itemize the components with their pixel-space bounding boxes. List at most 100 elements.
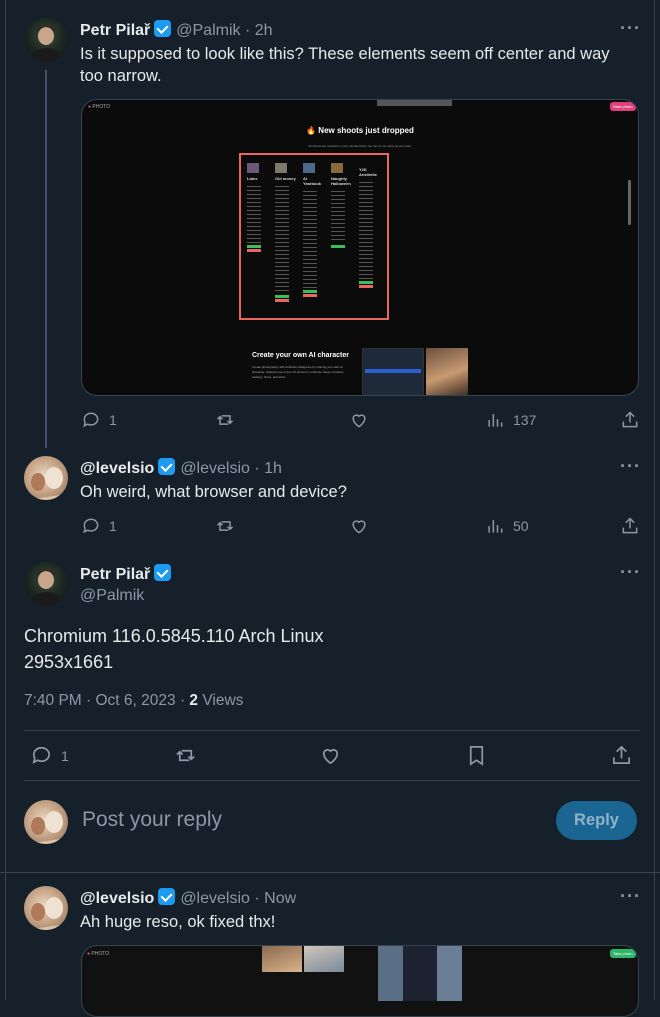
reply-icon: [83, 412, 99, 428]
handle[interactable]: @levelsio: [180, 890, 250, 907]
reply-input[interactable]: Post your reply: [82, 808, 222, 832]
timestamp[interactable]: 2h: [255, 22, 273, 39]
share-button[interactable]: [620, 410, 640, 430]
verified-badge-icon: [158, 458, 176, 475]
main-tweet-meta: 7:40 PM · Oct 6, 2023 · 2 Views: [24, 692, 243, 710]
share-button[interactable]: [620, 516, 640, 536]
heart-icon: [352, 520, 366, 534]
tweet-header: @levelsio @levelsio · Now: [80, 888, 296, 908]
thread-line: [45, 70, 47, 448]
share-icon: [622, 517, 638, 534]
reply-button[interactable]: 1: [81, 410, 117, 430]
separator: ·: [249, 460, 265, 477]
timestamp[interactable]: Now: [264, 890, 296, 907]
media-top-button: Start photo: [610, 102, 636, 111]
divider: [0, 872, 660, 873]
display-name[interactable]: @levelsio: [80, 890, 154, 907]
media-thumb: [262, 946, 302, 972]
media-subheading: All shoots are included in your membersh…: [308, 144, 412, 148]
views-count: 50: [513, 518, 529, 534]
verified-badge-icon: [158, 888, 176, 905]
avatar[interactable]: [24, 18, 68, 62]
verified-badge-icon: [154, 20, 172, 37]
reply-button[interactable]: 1: [81, 516, 117, 536]
bookmark-button[interactable]: [465, 744, 488, 767]
right-border: [654, 0, 655, 1000]
tweet-header: @levelsio @levelsio · 1h: [80, 458, 282, 478]
like-button[interactable]: [319, 744, 342, 767]
reply-submit-button[interactable]: Reply: [556, 801, 637, 840]
tweet-text: Ah huge reso, ok fixed thx!: [80, 913, 276, 931]
media-thumb: [304, 946, 344, 972]
views-button[interactable]: 50: [485, 516, 529, 536]
avatar-image: [24, 467, 68, 500]
media-thumb: [378, 946, 462, 1001]
reply-icon: [32, 746, 51, 764]
views-button[interactable]: 137: [485, 410, 536, 430]
handle[interactable]: @Palmik: [80, 587, 176, 605]
avatar-image: [30, 570, 62, 606]
like-button[interactable]: [349, 516, 369, 536]
main-tweet-header: Petr Pilař @Palmik: [80, 564, 176, 605]
tweet-media[interactable]: ● PHOTO Start photo 🔥 New shoots just dr…: [81, 99, 639, 396]
handle[interactable]: @Palmik: [176, 22, 240, 39]
tweet-header: Petr Pilař @Palmik · 2h: [80, 20, 273, 40]
more-options-icon[interactable]: ···: [620, 18, 641, 39]
repost-button[interactable]: [215, 516, 235, 536]
display-name[interactable]: Petr Pilař: [80, 22, 150, 39]
avatar[interactable]: [24, 886, 68, 930]
reply-icon: [83, 518, 99, 534]
media-column: AI Yearbook: [303, 163, 325, 310]
media-portrait: [426, 348, 468, 395]
repost-icon: [216, 521, 234, 531]
share-button[interactable]: [610, 744, 633, 767]
heart-icon: [352, 414, 366, 428]
verified-badge-icon: [154, 564, 172, 581]
display-name[interactable]: @levelsio: [80, 460, 154, 477]
avatar[interactable]: [24, 456, 68, 500]
main-tweet-text-line: Chromium 116.0.5845.110 Arch Linux: [24, 626, 324, 646]
reply-button[interactable]: 1: [30, 744, 69, 767]
tweet-text-line: too narrow.: [80, 67, 162, 85]
media-scrollbar: [628, 180, 631, 225]
more-options-icon[interactable]: ···: [620, 456, 641, 477]
reply-count: 1: [109, 518, 117, 534]
more-options-icon[interactable]: ···: [620, 886, 641, 907]
bookmark-icon: [469, 746, 484, 766]
media-column: Naughty Halloween: [331, 163, 353, 310]
media-heading: 🔥 New shoots just dropped: [306, 126, 414, 135]
media-section-title: Create your own AI character: [252, 352, 349, 359]
media-brand: ● PHOTO: [88, 104, 111, 110]
heart-icon: [322, 749, 339, 765]
timestamp[interactable]: 1h: [264, 460, 282, 477]
left-border: [5, 0, 6, 1000]
avatar-image: [24, 897, 68, 930]
divider: [24, 730, 640, 731]
media-column: Y2K Aesthetic: [359, 163, 381, 310]
analytics-icon: [488, 414, 503, 427]
repost-icon: [216, 415, 234, 425]
tweet-text-line: Is it supposed to look like this? These …: [80, 45, 610, 63]
like-button[interactable]: [349, 410, 369, 430]
media-column: Latex: [247, 163, 269, 310]
repost-button[interactable]: [174, 744, 197, 767]
views-count: 137: [513, 412, 537, 428]
handle[interactable]: @levelsio: [180, 460, 250, 477]
more-options-icon[interactable]: ···: [620, 562, 641, 583]
main-tweet-text-line: 2953x1661: [24, 652, 114, 672]
display-name[interactable]: Petr Pilař: [80, 566, 150, 583]
media-columns-box: Latex Old money AI Yearbook Naughty Hall…: [239, 153, 389, 320]
views-label: Views: [198, 692, 244, 709]
tweet-media[interactable]: ● PHOTO Take photo: [81, 945, 639, 1017]
avatar[interactable]: [24, 562, 68, 606]
post-timestamp[interactable]: 7:40 PM · Oct 6, 2023 ·: [24, 692, 189, 709]
analytics-icon: [488, 520, 503, 533]
avatar-image: [24, 811, 68, 844]
separator: ·: [240, 22, 255, 39]
media-button: Take photo: [610, 949, 636, 958]
tweet-text: Oh weird, what browser and device?: [80, 483, 347, 501]
avatar: [24, 800, 68, 844]
divider: [24, 780, 640, 781]
repost-button[interactable]: [215, 410, 235, 430]
repost-icon: [176, 749, 195, 762]
